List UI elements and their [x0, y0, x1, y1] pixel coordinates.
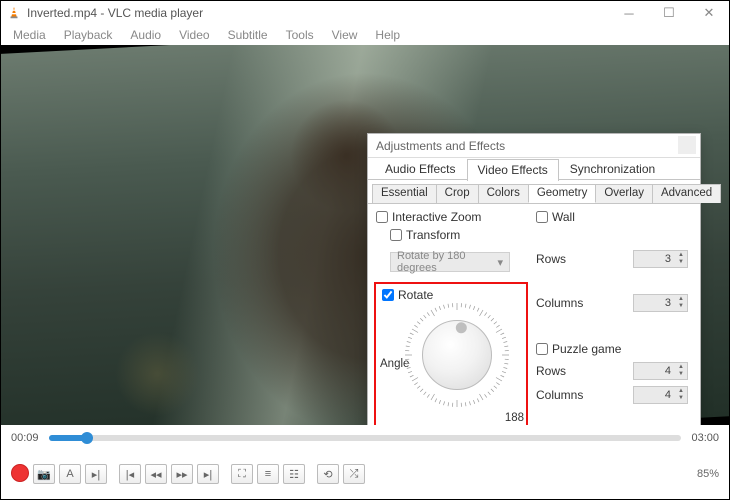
loop-button[interactable]: ⟲ — [317, 464, 339, 484]
puzzle-rows-label: Rows — [536, 364, 566, 378]
loop-a-button[interactable]: A — [59, 464, 81, 484]
seek-bar[interactable] — [49, 435, 682, 441]
playlist-button[interactable]: ≡ — [257, 464, 279, 484]
dialog-title-bar[interactable]: Adjustments and Effects — [368, 134, 700, 158]
rotate-input[interactable] — [382, 289, 394, 301]
puzzle-rows-stepper[interactable]: 4▲▼ — [633, 362, 688, 380]
next-button[interactable]: ▸| — [197, 464, 219, 484]
menu-audio[interactable]: Audio — [122, 26, 169, 44]
puzzle-input[interactable] — [536, 343, 548, 355]
rotate-label: Rotate — [398, 288, 433, 302]
tab-audio-effects[interactable]: Audio Effects — [374, 158, 467, 180]
time-total: 03:00 — [691, 432, 719, 444]
transform-select-value: Rotate by 180 degrees — [397, 250, 497, 274]
menu-video[interactable]: Video — [171, 26, 217, 44]
main-tabs: Audio Effects Video Effects Synchronizat… — [368, 158, 700, 180]
faster-button[interactable]: ▸▸ — [171, 464, 193, 484]
effects-button[interactable]: ☷ — [283, 464, 305, 484]
puzzle-cols-label: Columns — [536, 388, 583, 402]
rotate-checkbox[interactable]: Rotate — [382, 288, 526, 302]
menu-playback[interactable]: Playback — [56, 26, 121, 44]
window-title: Inverted.mp4 - VLC media player — [27, 6, 203, 20]
seek-handle[interactable] — [81, 432, 93, 444]
sub-tabs: Essential Crop Colors Geometry Overlay A… — [368, 180, 700, 204]
shuffle-button[interactable]: ⤮ — [343, 464, 365, 484]
rotate-highlight: Rotate Angle 188 — [374, 282, 528, 425]
tab-colors[interactable]: Colors — [478, 184, 529, 203]
slower-button[interactable]: ◂◂ — [145, 464, 167, 484]
tab-advanced[interactable]: Advanced — [652, 184, 721, 203]
puzzle-rows-value: 4 — [634, 365, 675, 377]
transform-input[interactable] — [390, 229, 402, 241]
interactive-zoom-input[interactable] — [376, 211, 388, 223]
maximize-button[interactable]: ☐ — [649, 1, 689, 25]
wall-label: Wall — [552, 210, 575, 224]
puzzle-cols-value: 4 — [634, 389, 675, 401]
record-button[interactable] — [11, 464, 29, 482]
wall-cols-label: Columns — [536, 296, 583, 310]
wall-rows-stepper[interactable]: 3▲▼ — [633, 250, 688, 268]
wall-cols-stepper[interactable]: 3▲▼ — [633, 294, 688, 312]
menu-view[interactable]: View — [324, 26, 366, 44]
minimize-button[interactable]: ─ — [609, 1, 649, 25]
transform-checkbox[interactable]: Transform — [390, 228, 526, 242]
transform-label: Transform — [406, 228, 460, 242]
puzzle-cols-stepper[interactable]: 4▲▼ — [633, 386, 688, 404]
tab-video-effects[interactable]: Video Effects — [467, 159, 559, 181]
tab-crop[interactable]: Crop — [436, 184, 479, 203]
wall-input[interactable] — [536, 211, 548, 223]
wall-rows-label: Rows — [536, 252, 566, 266]
dialog-close-icon[interactable] — [678, 136, 696, 154]
menu-bar: Media Playback Audio Video Subtitle Tool… — [1, 25, 729, 45]
angle-dial[interactable] — [412, 310, 502, 400]
wall-cols-value: 3 — [634, 297, 675, 309]
dialog-title: Adjustments and Effects — [376, 139, 505, 153]
puzzle-label: Puzzle game — [552, 342, 621, 356]
interactive-zoom-label: Interactive Zoom — [392, 210, 481, 224]
transform-select[interactable]: Rotate by 180 degrees ▾ — [390, 252, 510, 272]
tab-overlay[interactable]: Overlay — [595, 184, 653, 203]
geometry-panel: Interactive Zoom Transform Rotate by 180… — [368, 204, 700, 425]
tab-essential[interactable]: Essential — [372, 184, 437, 203]
chevron-down-icon: ▾ — [497, 256, 503, 269]
menu-help[interactable]: Help — [367, 26, 408, 44]
fullscreen-button[interactable]: ⛶ — [231, 464, 253, 484]
adjustments-dialog: Adjustments and Effects Audio Effects Vi… — [367, 133, 701, 425]
controls-bar: 📷 A ▸| |◂ ◂◂ ▸▸ ▸| ⛶ ≡ ☷ ⟲ ⤮ 85% — [1, 451, 729, 497]
playback-speed[interactable]: 85% — [697, 468, 719, 480]
angle-value: 188 — [505, 412, 524, 424]
prev-button[interactable]: |◂ — [119, 464, 141, 484]
tab-geometry[interactable]: Geometry — [528, 184, 597, 203]
tab-synchronization[interactable]: Synchronization — [559, 158, 666, 180]
time-current: 00:09 — [11, 432, 39, 444]
timeline: 00:09 03:00 — [1, 425, 729, 451]
title-bar: Inverted.mp4 - VLC media player ─ ☐ ✕ — [1, 1, 729, 25]
wall-checkbox[interactable]: Wall — [536, 210, 688, 224]
wall-rows-value: 3 — [634, 253, 675, 265]
frame-step-button[interactable]: ▸| — [85, 464, 107, 484]
menu-tools[interactable]: Tools — [278, 26, 322, 44]
menu-media[interactable]: Media — [5, 26, 54, 44]
close-window-button[interactable]: ✕ — [689, 1, 729, 25]
puzzle-checkbox[interactable]: Puzzle game — [536, 342, 688, 356]
app-icon — [7, 6, 21, 20]
snapshot-button[interactable]: 📷 — [33, 464, 55, 484]
video-area[interactable]: Adjustments and Effects Audio Effects Vi… — [1, 45, 729, 425]
interactive-zoom-checkbox[interactable]: Interactive Zoom — [376, 210, 526, 224]
menu-subtitle[interactable]: Subtitle — [220, 26, 276, 44]
